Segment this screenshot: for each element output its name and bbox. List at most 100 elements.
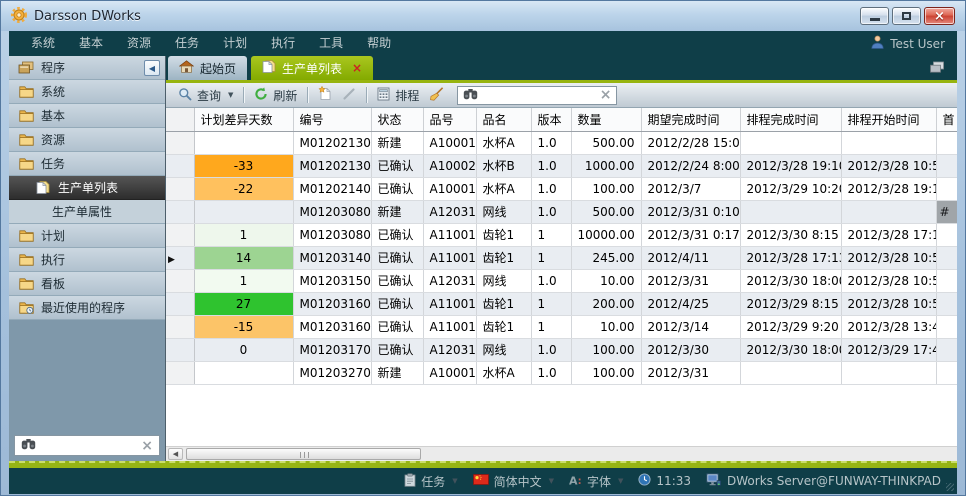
cell-expect[interactable]: 2012/2/24 8:00 [641, 154, 740, 177]
cell-id[interactable]: M012031501 [293, 269, 371, 292]
cell-part_no[interactable]: A12031 [423, 200, 476, 223]
column-header-6[interactable]: 数量 [571, 108, 641, 131]
cell-sched_start[interactable]: 2012/3/28 19:10 [841, 177, 936, 200]
task-menu[interactable]: 任务 ▼ [404, 473, 457, 490]
menu-item-3[interactable]: 任务 [163, 31, 211, 56]
sidebar-item-2[interactable]: 资源 [9, 128, 165, 152]
cell-version[interactable]: 1.0 [531, 177, 571, 200]
cell-diff[interactable]: 1 [194, 223, 293, 246]
column-header-1[interactable]: 编号 [293, 108, 371, 131]
cell-sched_start[interactable]: 2012/3/28 10:52 [841, 246, 936, 269]
table-row[interactable]: 1M012031501已确认A12031网线1.010.002012/3/312… [166, 269, 957, 292]
cell-version[interactable]: 1 [531, 315, 571, 338]
cell-id[interactable]: M012030801 [293, 200, 371, 223]
cell-part_name[interactable]: 水杯A [476, 361, 531, 384]
cell-id[interactable]: M012021301 [293, 131, 371, 154]
cell-status[interactable]: 已确认 [371, 154, 423, 177]
cell-version[interactable]: 1.0 [531, 200, 571, 223]
cell-sched_start[interactable]: 2012/3/28 17:13 [841, 223, 936, 246]
cell-diff[interactable]: 14 [194, 246, 293, 269]
cell-extra[interactable] [936, 223, 957, 246]
font-menu[interactable]: A: 字体 ▼ [569, 473, 623, 490]
cell-sched_start[interactable]: 2012/3/28 10:52 [841, 269, 936, 292]
cell-diff[interactable]: 27 [194, 292, 293, 315]
query-button[interactable]: 查询 ▼ [173, 85, 238, 106]
cell-expect[interactable]: 2012/3/31 0:17 [641, 223, 740, 246]
tab-0[interactable]: 起始页 [168, 56, 247, 80]
toolbar-search-input[interactable] [483, 88, 594, 102]
sidebar-item-1[interactable]: 基本 [9, 104, 165, 128]
cell-id[interactable]: M012021401 [293, 177, 371, 200]
cell-extra[interactable] [936, 154, 957, 177]
column-header-0[interactable]: 计划差异天数 [194, 108, 293, 131]
cell-extra[interactable] [936, 315, 957, 338]
cell-sched_end[interactable]: 2012/3/30 18:00 [740, 338, 841, 361]
cell-part_name[interactable]: 齿轮1 [476, 223, 531, 246]
menu-item-0[interactable]: 系统 [19, 31, 67, 56]
sidebar-item-3[interactable]: 任务 [9, 152, 165, 176]
cell-status[interactable]: 已确认 [371, 269, 423, 292]
sidebar-search-input[interactable] [42, 439, 135, 453]
edit-button[interactable] [337, 85, 361, 106]
column-header-7[interactable]: 期望完成时间 [641, 108, 740, 131]
cell-sched_start[interactable] [841, 361, 936, 384]
sidebar-item-5[interactable]: 生产单属性 [9, 200, 165, 224]
column-header-5[interactable]: 版本 [531, 108, 571, 131]
cell-diff[interactable]: -15 [194, 315, 293, 338]
cell-sched_end[interactable] [740, 131, 841, 154]
cell-expect[interactable]: 2012/3/14 [641, 315, 740, 338]
cell-part_name[interactable]: 水杯A [476, 131, 531, 154]
cell-part_no[interactable]: A11001 [423, 292, 476, 315]
cell-part_name[interactable]: 齿轮1 [476, 315, 531, 338]
cell-extra[interactable] [936, 338, 957, 361]
cell-sched_start[interactable]: 2012/3/28 10:52 [841, 292, 936, 315]
cell-qty[interactable]: 200.00 [571, 292, 641, 315]
cell-part_name[interactable]: 网线 [476, 338, 531, 361]
table-row[interactable]: -22M012021401已确认A10001水杯A1.0100.002012/3… [166, 177, 957, 200]
cell-part_name[interactable]: 齿轮1 [476, 246, 531, 269]
cell-expect[interactable]: 2012/2/28 15:00 [641, 131, 740, 154]
cell-expect[interactable]: 2012/3/30 [641, 338, 740, 361]
cell-part_no[interactable]: A10001 [423, 361, 476, 384]
clear-icon[interactable]: × [141, 439, 153, 453]
cell-sched_end[interactable]: 2012/3/29 9:20 [740, 315, 841, 338]
table-row[interactable]: 1M012030802已确认A11001齿轮1110000.002012/3/3… [166, 223, 957, 246]
row-indicator-cell[interactable] [166, 361, 194, 384]
cell-expect[interactable]: 2012/4/25 [641, 292, 740, 315]
cell-diff[interactable]: -22 [194, 177, 293, 200]
maximize-button[interactable] [892, 7, 921, 25]
cell-sched_start[interactable]: 2012/3/28 13:40 [841, 315, 936, 338]
table-row[interactable]: 0M012031701已确认A12031网线1.0100.002012/3/30… [166, 338, 957, 361]
cell-status[interactable]: 已确认 [371, 338, 423, 361]
cell-part_no[interactable]: A12031 [423, 269, 476, 292]
cell-status[interactable]: 新建 [371, 200, 423, 223]
cell-sched_end[interactable]: 2012/3/30 8:15 [740, 223, 841, 246]
cell-extra[interactable] [936, 177, 957, 200]
cell-sched_end[interactable] [740, 200, 841, 223]
new-button[interactable] [313, 85, 337, 106]
cell-extra[interactable] [936, 292, 957, 315]
sidebar-item-8[interactable]: 看板 [9, 272, 165, 296]
schedule-button[interactable]: 排程 [372, 85, 424, 106]
cell-qty[interactable]: 245.00 [571, 246, 641, 269]
cell-part_name[interactable]: 水杯B [476, 154, 531, 177]
cell-sched_start[interactable] [841, 200, 936, 223]
column-header-9[interactable]: 排程开始时间 [841, 108, 936, 131]
window-list-icon[interactable] [929, 61, 945, 77]
cell-part_name[interactable]: 网线 [476, 269, 531, 292]
cell-extra[interactable] [936, 246, 957, 269]
cell-sched_end[interactable]: 2012/3/28 19:10 [740, 154, 841, 177]
cell-sched_end[interactable]: 2012/3/29 8:15 [740, 292, 841, 315]
resize-grip[interactable] [946, 483, 954, 491]
cell-part_no[interactable]: A12031 [423, 338, 476, 361]
cell-id[interactable]: M012031701 [293, 338, 371, 361]
row-indicator-cell[interactable] [166, 200, 194, 223]
row-indicator-cell[interactable] [166, 315, 194, 338]
cell-qty[interactable]: 500.00 [571, 200, 641, 223]
table-row[interactable]: 27M012031601已确认A11001齿轮11200.002012/4/25… [166, 292, 957, 315]
cell-version[interactable]: 1.0 [531, 131, 571, 154]
cell-status[interactable]: 已确认 [371, 246, 423, 269]
cell-sched_end[interactable] [740, 361, 841, 384]
cell-version[interactable]: 1.0 [531, 338, 571, 361]
cell-expect[interactable]: 2012/3/31 0:10 [641, 200, 740, 223]
